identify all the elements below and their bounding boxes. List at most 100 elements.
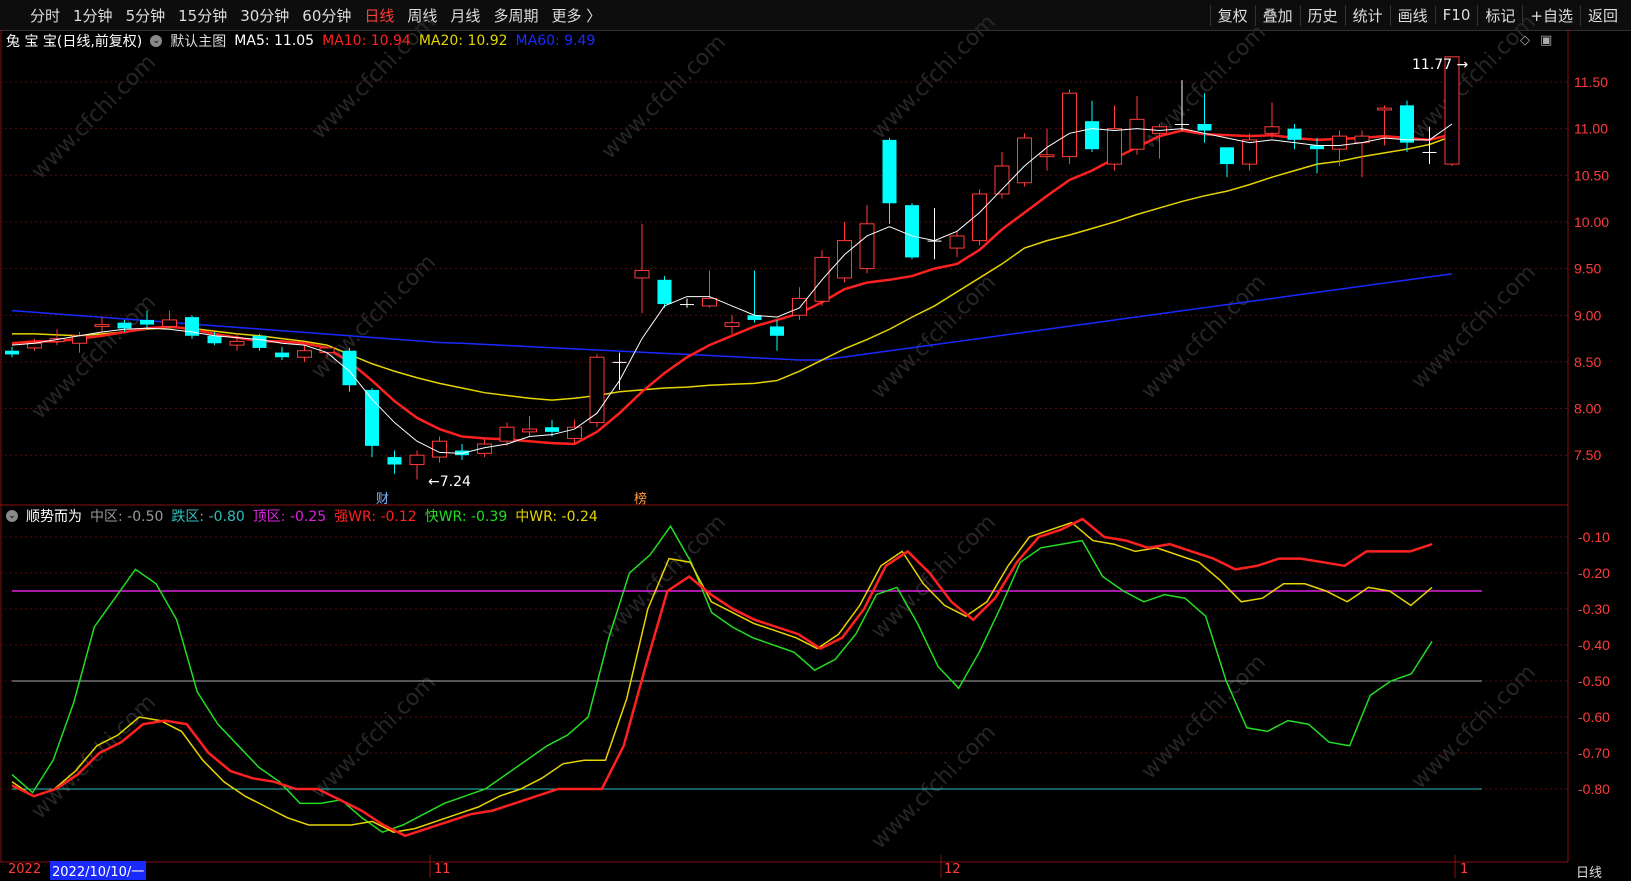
- candle-body-down: [612, 361, 627, 363]
- candle-body-down: [1085, 121, 1099, 150]
- candle-body-up: [522, 428, 537, 433]
- price-tick-label: 11.00: [1574, 121, 1608, 137]
- candle-body-up: [1242, 139, 1257, 165]
- fall-zone-label: 跌区: -0.80: [171, 509, 245, 525]
- med-wr-polyline: [11, 521, 1433, 833]
- ma20-label: MA20: 10.92: [418, 33, 508, 49]
- candle-body-down: [207, 335, 222, 344]
- month-11-label: 11: [434, 862, 451, 877]
- low-price-marker: ←7.24: [428, 474, 471, 490]
- high-price-marker: 11.77 →: [1412, 57, 1469, 73]
- stock-name[interactable]: 兔 宝 宝(日线,前复权): [6, 31, 142, 51]
- candle-body-up: [702, 297, 717, 307]
- candle-body-up: [1332, 135, 1347, 150]
- month-12-label: 12: [944, 862, 961, 877]
- watermark-text: www.cfchi.com: [1407, 260, 1541, 394]
- price-tick-label: 10.00: [1574, 214, 1609, 230]
- candle-body-down: [387, 457, 402, 465]
- candle-body-up: [1264, 126, 1280, 134]
- indicator-tick-label: -0.70: [1578, 745, 1610, 761]
- candle-body-up: [499, 426, 515, 442]
- indicator-tick-label: -0.80: [1578, 781, 1610, 797]
- finance-event-tag[interactable]: 财: [376, 488, 389, 507]
- candle-body-up: [229, 340, 245, 346]
- price-tick-label: 9.50: [1574, 261, 1601, 277]
- fast-wr-polyline: [11, 524, 1433, 834]
- panel-toggle-icon[interactable]: ▣: [1540, 33, 1552, 48]
- candle-body-down: [905, 205, 919, 258]
- candle-body-down: [252, 335, 267, 348]
- indicator-name[interactable]: 顺势而为: [26, 506, 82, 526]
- chart-corner-icons: ◇ ▣: [1520, 33, 1562, 48]
- candle-body-up: [162, 319, 177, 327]
- candle-body-down: [117, 322, 132, 329]
- year-label: 2022: [8, 862, 42, 877]
- price-tick-label: 7.50: [1574, 447, 1601, 463]
- candle-body-down: [882, 139, 897, 204]
- period-indicator-box[interactable]: 日线: [1576, 862, 1602, 881]
- candle-body-down: [1175, 123, 1189, 125]
- ma10-label: MA10: 10.94: [322, 33, 411, 49]
- candle-body-down: [5, 350, 19, 355]
- price-tick-label: 10.50: [1574, 167, 1609, 183]
- top-zone-label: 顶区: -0.25: [252, 509, 327, 525]
- template-label[interactable]: 默认主图: [170, 31, 226, 51]
- candle-body-up: [409, 454, 425, 466]
- watermark-text: www.cfchi.com: [1137, 270, 1271, 404]
- candle-body-up: [1377, 107, 1392, 111]
- candle-body-down: [770, 326, 784, 336]
- candle-body-down: [365, 389, 379, 446]
- candle-body-down: [657, 279, 672, 305]
- kline-chart[interactable]: www.cfchi.com www.cfchi.com www.cfchi.com w…: [0, 0, 1631, 878]
- candle-body-down: [1287, 128, 1302, 140]
- candle-body-down: [1197, 123, 1212, 131]
- candle-body-down: [680, 304, 694, 306]
- watermark-text: www.cfchi.com: [867, 10, 1001, 144]
- price-tick-label: 8.50: [1574, 354, 1601, 370]
- candle-body-up: [949, 235, 965, 249]
- price-tick-label: 8.00: [1574, 401, 1601, 417]
- candle-body-up: [1039, 154, 1055, 158]
- strong-wr-label: 强WR: -0.12: [334, 509, 417, 525]
- chevron-down-icon[interactable]: ⌄: [6, 510, 18, 522]
- candle-body-up: [1129, 118, 1145, 150]
- watermark-text: www.cfchi.com: [27, 290, 161, 424]
- diamond-icon[interactable]: ◇: [1520, 33, 1530, 48]
- watermark-text: www.cfchi.com: [597, 510, 731, 644]
- candle-body-up: [1062, 92, 1077, 158]
- candle-body-up: [1017, 137, 1032, 184]
- candle-body-down: [1400, 105, 1414, 143]
- candle-body-down: [140, 319, 154, 325]
- indicator-tick-label: -0.40: [1578, 637, 1610, 653]
- candle-body-down: [275, 352, 289, 358]
- price-tick-label: 9.00: [1574, 307, 1601, 323]
- candle-body-up: [432, 440, 447, 458]
- indicator-tick-label: -0.60: [1578, 709, 1610, 725]
- fast-wr-label: 快WR: -0.39: [424, 509, 508, 525]
- candle-body-up: [94, 324, 110, 327]
- indicator-tick-label: -0.30: [1578, 601, 1610, 617]
- list-event-tag[interactable]: 榜: [634, 488, 647, 507]
- candle-body-down: [1310, 145, 1324, 150]
- strong-wr-polyline: [11, 517, 1433, 838]
- candle-body-up: [859, 223, 875, 270]
- watermark-text: www.cfchi.com: [1407, 10, 1541, 144]
- chart-grid: [0, 30, 1569, 863]
- watermark-layer: www.cfchi.com www.cfchi.com www.cfchi.com w…: [27, 10, 1541, 854]
- price-tick-label: 11.50: [1574, 74, 1608, 90]
- main-chart-legend: 兔 宝 宝(日线,前复权) ⌄ 默认主图 MA5: 11.05 MA10: 10…: [0, 30, 603, 52]
- candle-body-up: [724, 322, 740, 327]
- month-1-label: 1: [1460, 862, 1469, 877]
- candle-body-up: [297, 350, 312, 358]
- mid-zone-label: 中区: -0.50: [90, 509, 164, 525]
- candle-body-down: [545, 427, 559, 432]
- indicator-legend: ⌄ 顺势而为 中区: -0.50 跌区: -0.80 顶区: -0.25 强WR…: [0, 506, 606, 526]
- watermark-text: www.cfchi.com: [307, 670, 441, 804]
- candle-body-down: [342, 350, 357, 386]
- watermark-text: www.cfchi.com: [867, 720, 1001, 854]
- indicator-lines: [11, 517, 1482, 838]
- candle-body-up: [837, 240, 852, 279]
- candle-body-down: [1422, 151, 1437, 153]
- chevron-down-icon[interactable]: ⌄: [150, 35, 163, 47]
- indicator-tick-label: -0.20: [1578, 565, 1610, 581]
